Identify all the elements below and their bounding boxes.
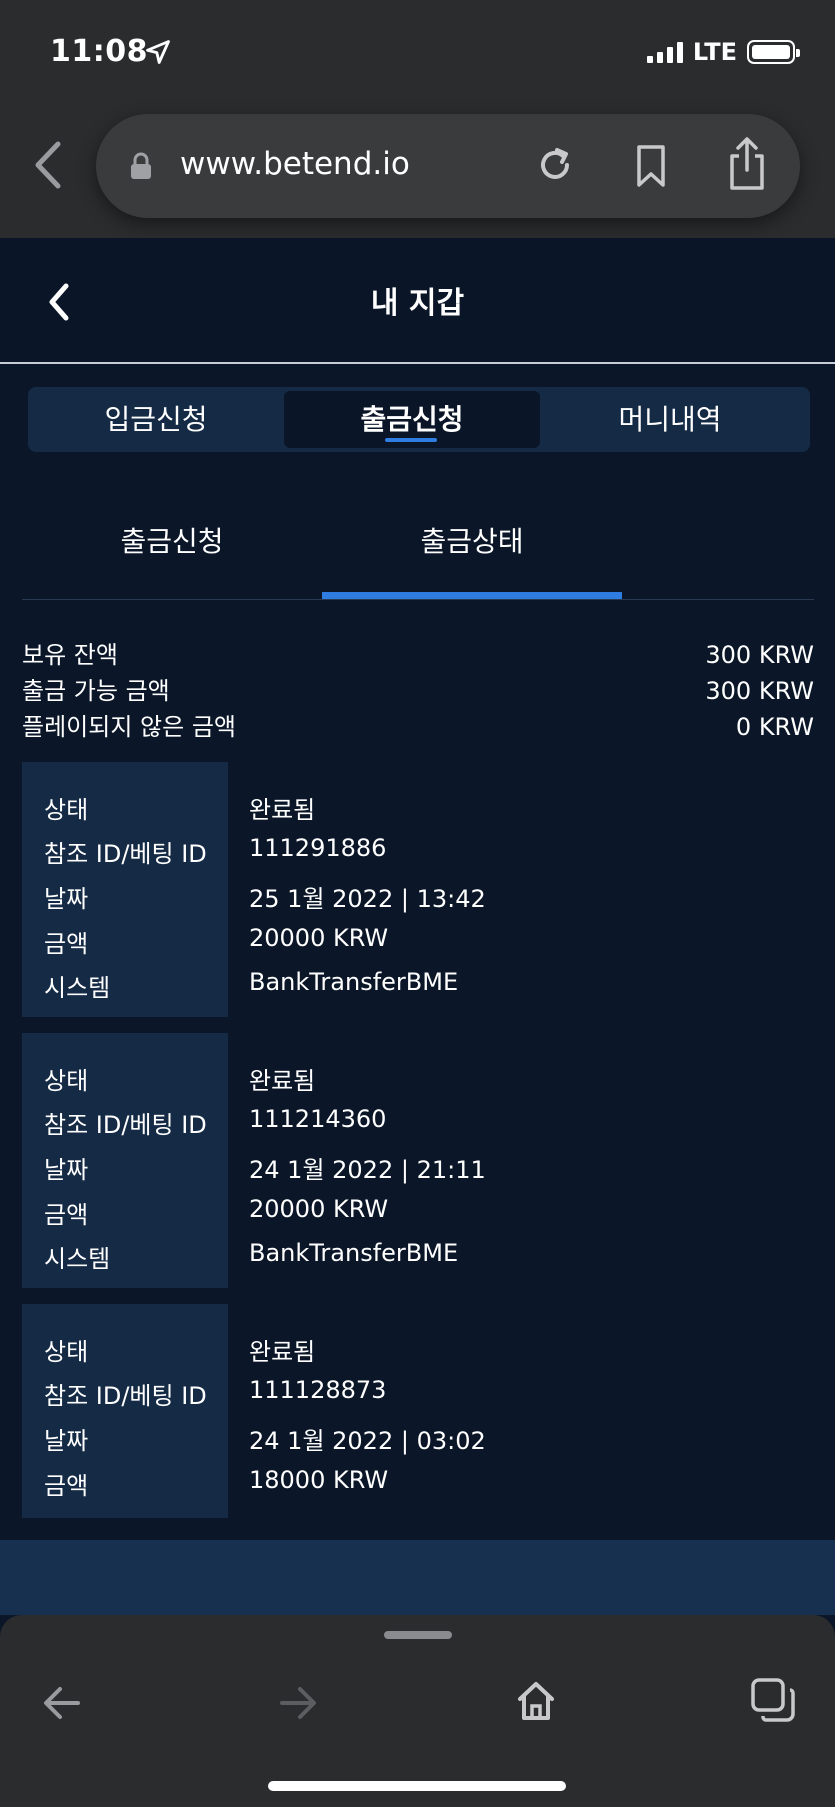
tabs-icon[interactable] xyxy=(750,1677,796,1723)
transaction-card: 상태 완료됨 참조 ID/베팅 ID 111291886 날짜 25 1월 20… xyxy=(22,762,814,1017)
subtab-withdraw-status[interactable]: 출금상태 xyxy=(322,520,622,560)
lock-icon xyxy=(131,152,151,179)
ref-label: 참조 ID/베팅 ID xyxy=(44,840,207,868)
amount-label: 금액 xyxy=(44,930,89,958)
page-title: 내 지갑 xyxy=(370,286,465,321)
status-bar: 11:08 LTE xyxy=(0,0,835,100)
arrow-right-icon[interactable] xyxy=(278,1685,318,1721)
tab-money-history[interactable]: 머니내역 xyxy=(542,391,798,448)
active-tab-underline xyxy=(385,438,437,442)
arrow-left-icon[interactable] xyxy=(42,1685,82,1721)
status-value: 완료됨 xyxy=(249,1338,316,1366)
share-icon[interactable] xyxy=(726,136,768,192)
url-text[interactable]: www.betend.io xyxy=(180,146,410,182)
system-value: BankTransferBME xyxy=(249,968,459,996)
footer-strip xyxy=(0,1540,835,1615)
balance-row: 출금 가능 금액 300 KRW xyxy=(22,673,814,709)
status-time: 11:08 xyxy=(50,34,148,69)
main-tabs: 입금신청 출금신청 머니내역 xyxy=(28,387,810,452)
date-label: 날짜 xyxy=(44,1427,89,1455)
date-value: 24 1월 2022 | 03:02 xyxy=(249,1427,486,1455)
balance-summary: 보유 잔액 300 KRW 출금 가능 금액 300 KRW 플레이되지 않은 … xyxy=(22,637,814,745)
location-arrow-icon xyxy=(146,40,170,64)
ref-value: 111214360 xyxy=(249,1105,387,1133)
tab-deposit[interactable]: 입금신청 xyxy=(28,391,284,448)
amount-value: 20000 KRW xyxy=(249,1195,389,1223)
status-label: 상태 xyxy=(44,1067,89,1095)
date-value: 24 1월 2022 | 21:11 xyxy=(249,1156,486,1184)
ref-value: 111291886 xyxy=(249,834,387,862)
amount-value: 18000 KRW xyxy=(249,1466,389,1494)
ref-label: 참조 ID/베팅 ID xyxy=(44,1382,207,1410)
toolbar-grabber[interactable] xyxy=(384,1631,452,1639)
home-indicator xyxy=(268,1781,566,1791)
balance-value: 300 KRW xyxy=(705,641,814,669)
url-bar[interactable]: www.betend.io xyxy=(96,114,800,218)
system-label: 시스템 xyxy=(44,1245,111,1273)
status-value: 완료됨 xyxy=(249,1067,316,1095)
tab-withdraw[interactable]: 출금신청 xyxy=(284,391,540,448)
subtab-withdraw-request[interactable]: 출금신청 xyxy=(22,520,322,560)
back-chevron-icon[interactable] xyxy=(30,140,64,190)
sub-tabs: 출금신청 출금상태 xyxy=(22,500,814,600)
bookmark-icon[interactable] xyxy=(634,144,668,188)
balance-row: 보유 잔액 300 KRW xyxy=(22,637,814,673)
ref-label: 참조 ID/베팅 ID xyxy=(44,1111,207,1139)
page-header: 내 지갑 xyxy=(0,238,835,364)
status-indicators: LTE xyxy=(646,38,800,66)
system-label: 시스템 xyxy=(44,974,111,1002)
transaction-list: 상태 완료됨 참조 ID/베팅 ID 111291886 날짜 25 1월 20… xyxy=(22,762,814,1518)
date-label: 날짜 xyxy=(44,885,89,913)
balance-value: 0 KRW xyxy=(735,713,814,741)
ref-value: 111128873 xyxy=(249,1376,387,1404)
date-value: 25 1월 2022 | 13:42 xyxy=(249,885,486,913)
amount-label: 금액 xyxy=(44,1201,89,1229)
subtab-indicator xyxy=(322,592,622,599)
balance-label: 출금 가능 금액 xyxy=(22,677,170,705)
browser-address-area: www.betend.io xyxy=(0,100,835,238)
amount-value: 20000 KRW xyxy=(249,924,389,952)
system-value: BankTransferBME xyxy=(249,1239,459,1267)
battery-icon xyxy=(747,40,800,64)
balance-row: 플레이되지 않은 금액 0 KRW xyxy=(22,709,814,745)
status-value: 완료됨 xyxy=(249,796,316,824)
reload-icon[interactable] xyxy=(534,144,576,186)
status-label: 상태 xyxy=(44,1338,89,1366)
tab-withdraw-label: 출금신청 xyxy=(360,403,464,436)
balance-value: 300 KRW xyxy=(705,677,814,705)
network-label: LTE xyxy=(692,38,737,66)
browser-toolbar xyxy=(0,1615,835,1807)
balance-label: 보유 잔액 xyxy=(22,641,118,669)
status-label: 상태 xyxy=(44,796,89,824)
amount-label: 금액 xyxy=(44,1472,89,1500)
home-icon[interactable] xyxy=(516,1679,556,1721)
transaction-card: 상태 완료됨 참조 ID/베팅 ID 111214360 날짜 24 1월 20… xyxy=(22,1033,814,1288)
transaction-card: 상태 완료됨 참조 ID/베팅 ID 111128873 날짜 24 1월 20… xyxy=(22,1304,814,1518)
signal-bars-icon xyxy=(646,41,683,63)
balance-label: 플레이되지 않은 금액 xyxy=(22,713,236,741)
date-label: 날짜 xyxy=(44,1156,89,1184)
